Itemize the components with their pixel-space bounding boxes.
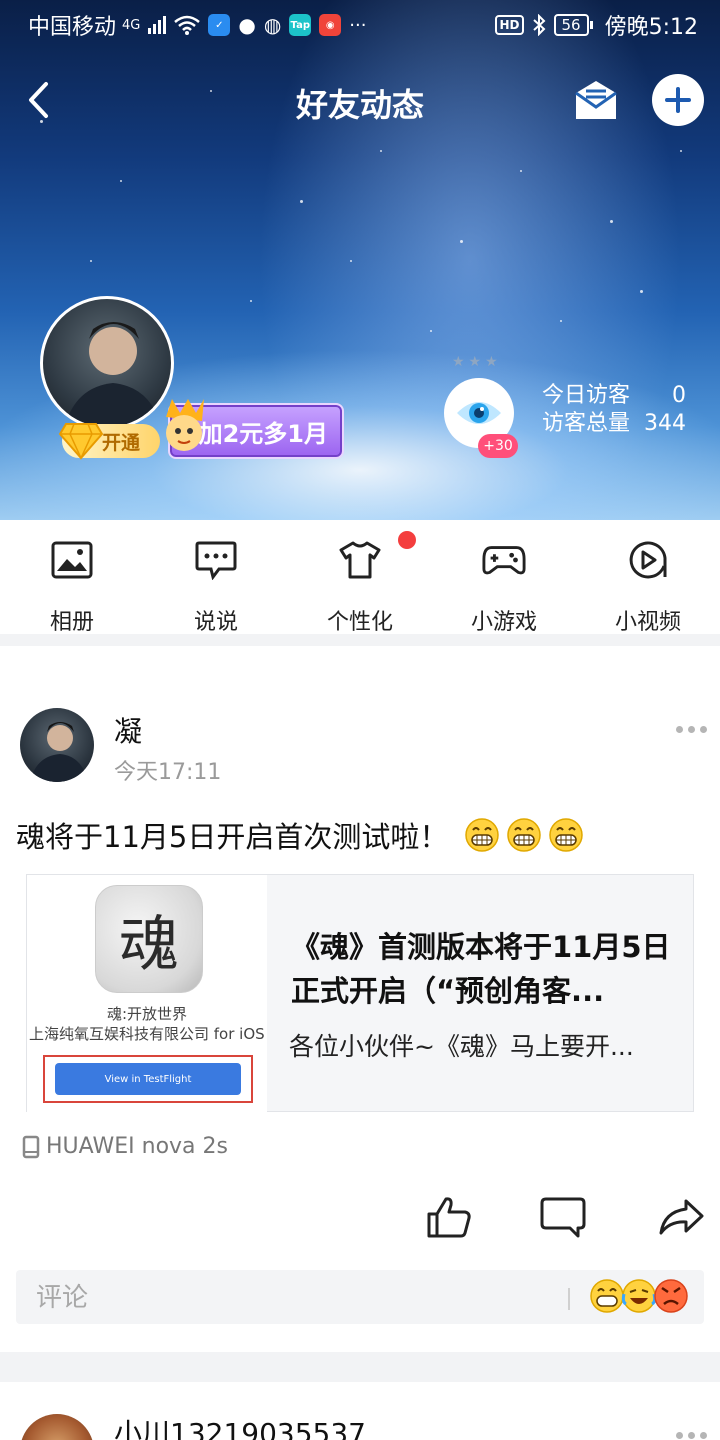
post-text: 魂将于11月5日开启首次测试啦！ <box>16 820 449 854</box>
tap-app-icon: Tap <box>289 14 312 36</box>
more-options-icon[interactable] <box>676 1432 708 1440</box>
clock: 傍晚5:12 <box>604 15 698 40</box>
video-play-icon <box>629 541 667 579</box>
shield-app-icon: ✓ <box>208 14 231 36</box>
rating-stars: ★★★ <box>452 354 502 370</box>
vip-promo-banner[interactable]: 加2元多1月 <box>158 397 346 465</box>
angry-emoji-icon[interactable] <box>652 1276 690 1316</box>
hd-badge: HD <box>495 15 524 35</box>
battery-indicator: 56 <box>553 14 593 36</box>
link-title: 《魂》首测版本将于11月5日正式开启（“预创角客... <box>291 930 671 1008</box>
share-button[interactable] <box>656 1192 706 1242</box>
app-company: 上海纯氧互娱科技有限公司 for iOS <box>29 1025 265 1043</box>
mascot-icon <box>166 399 204 451</box>
gamepad-icon <box>482 546 526 575</box>
link-description: 各位小伙伴~《魂》马上要开... <box>289 1032 634 1061</box>
post-content: 魂将于11月5日开启首次测试啦！ <box>16 814 584 856</box>
profile-avatar[interactable] <box>40 296 174 430</box>
next-post-author[interactable]: 小川13219035537 <box>114 1412 366 1440</box>
section-divider <box>0 634 720 646</box>
comment-button[interactable] <box>538 1192 588 1242</box>
nav-label-games: 小游戏 <box>470 610 537 635</box>
link-thumbnail: 魂 魂:开放世界 上海纯氧互娱科技有限公司 for iOS View in Te… <box>27 875 267 1113</box>
quick-emoji-bar[interactable] <box>588 1276 688 1316</box>
nav-item-videos[interactable]: 小视频 <box>576 538 720 636</box>
comment-input[interactable] <box>36 1280 556 1314</box>
quick-nav: 相册 说说 个性化 小游戏 小视频 <box>0 520 720 636</box>
thumbs-up-icon <box>427 1197 471 1238</box>
tshirt-icon <box>339 541 381 579</box>
nav-item-personalize[interactable]: 个性化 <box>288 538 432 636</box>
total-visitors-label: 访客总量 <box>542 411 631 436</box>
photo-album-icon <box>51 541 93 579</box>
emoji-group <box>464 817 584 853</box>
like-button[interactable] <box>424 1192 474 1242</box>
device-name: HUAWEI nova 2s <box>46 1134 228 1159</box>
app-icon: 魂 <box>95 885 203 993</box>
visitor-stats[interactable]: 今日访客 0 访客总量 344 <box>542 382 686 438</box>
nav-bar: 好友动态 <box>0 62 720 138</box>
status-bar: 中国移动 4G ✓ ● ◍ Tap ◉ ··· HD 56 傍晚5:12 <box>0 0 720 50</box>
chat-bubble-icon: ● <box>238 13 256 37</box>
speech-bubble-icon <box>195 541 237 580</box>
shared-link-card[interactable]: 魂 魂:开放世界 上海纯氧互娱科技有限公司 for iOS View in Te… <box>26 874 694 1113</box>
comment-icon <box>540 1197 586 1238</box>
post-author-name[interactable]: 凝 <box>114 710 142 750</box>
diamond-icon <box>58 423 104 460</box>
network-type: 4G <box>122 17 141 33</box>
visitor-increase-badge: +30 <box>478 434 518 458</box>
divider <box>568 1288 570 1310</box>
grin-emoji-icon <box>465 818 500 852</box>
profile-cover: 中国移动 4G ✓ ● ◍ Tap ◉ ··· HD 56 傍晚5:12 好友动… <box>0 0 720 520</box>
grin-emoji-icon <box>549 818 584 852</box>
today-visitors-count: 0 <box>672 383 686 408</box>
post-timestamp: 今天17:11 <box>114 760 222 785</box>
wifi-icon <box>174 15 201 35</box>
comment-bar <box>16 1270 704 1324</box>
testflight-button: View in TestFlight <box>55 1063 241 1095</box>
carrier-label: 中国移动 <box>28 15 117 40</box>
eye-icon <box>457 402 501 424</box>
messages-button[interactable] <box>570 76 622 124</box>
mail-icon <box>575 81 617 119</box>
grin-emoji-icon <box>507 818 542 852</box>
nav-label-posts: 说说 <box>193 610 238 635</box>
nav-label-album: 相册 <box>49 610 94 635</box>
app-name: 魂:开放世界 <box>106 1005 188 1023</box>
total-visitors-count: 344 <box>644 411 686 436</box>
section-divider <box>0 1352 720 1382</box>
nav-item-album[interactable]: 相册 <box>0 538 144 636</box>
nav-item-games[interactable]: 小游戏 <box>432 538 576 636</box>
person-silhouette <box>64 322 162 427</box>
next-post-avatar[interactable] <box>20 1414 94 1440</box>
post-author-avatar[interactable] <box>20 708 94 782</box>
nav-label-personalize: 个性化 <box>326 610 393 635</box>
phone-icon <box>22 1135 40 1158</box>
red-app-icon: ◉ <box>319 14 342 36</box>
add-button[interactable] <box>652 74 704 126</box>
more-notifications-icon: ··· <box>349 14 367 36</box>
plus-icon <box>665 87 691 113</box>
share-arrow-icon <box>659 1199 704 1235</box>
more-options-icon[interactable] <box>676 726 708 736</box>
bluetooth-icon <box>532 14 545 36</box>
signal-icon <box>148 16 167 34</box>
nav-label-videos: 小视频 <box>614 610 681 635</box>
person-silhouette <box>30 722 88 782</box>
notification-dot <box>398 531 416 549</box>
today-visitors-label: 今日访客 <box>542 383 631 408</box>
nav-item-posts[interactable]: 说说 <box>144 538 288 636</box>
browser-app-icon: ◍ <box>263 13 282 37</box>
device-info: HUAWEI nova 2s <box>22 1134 228 1159</box>
